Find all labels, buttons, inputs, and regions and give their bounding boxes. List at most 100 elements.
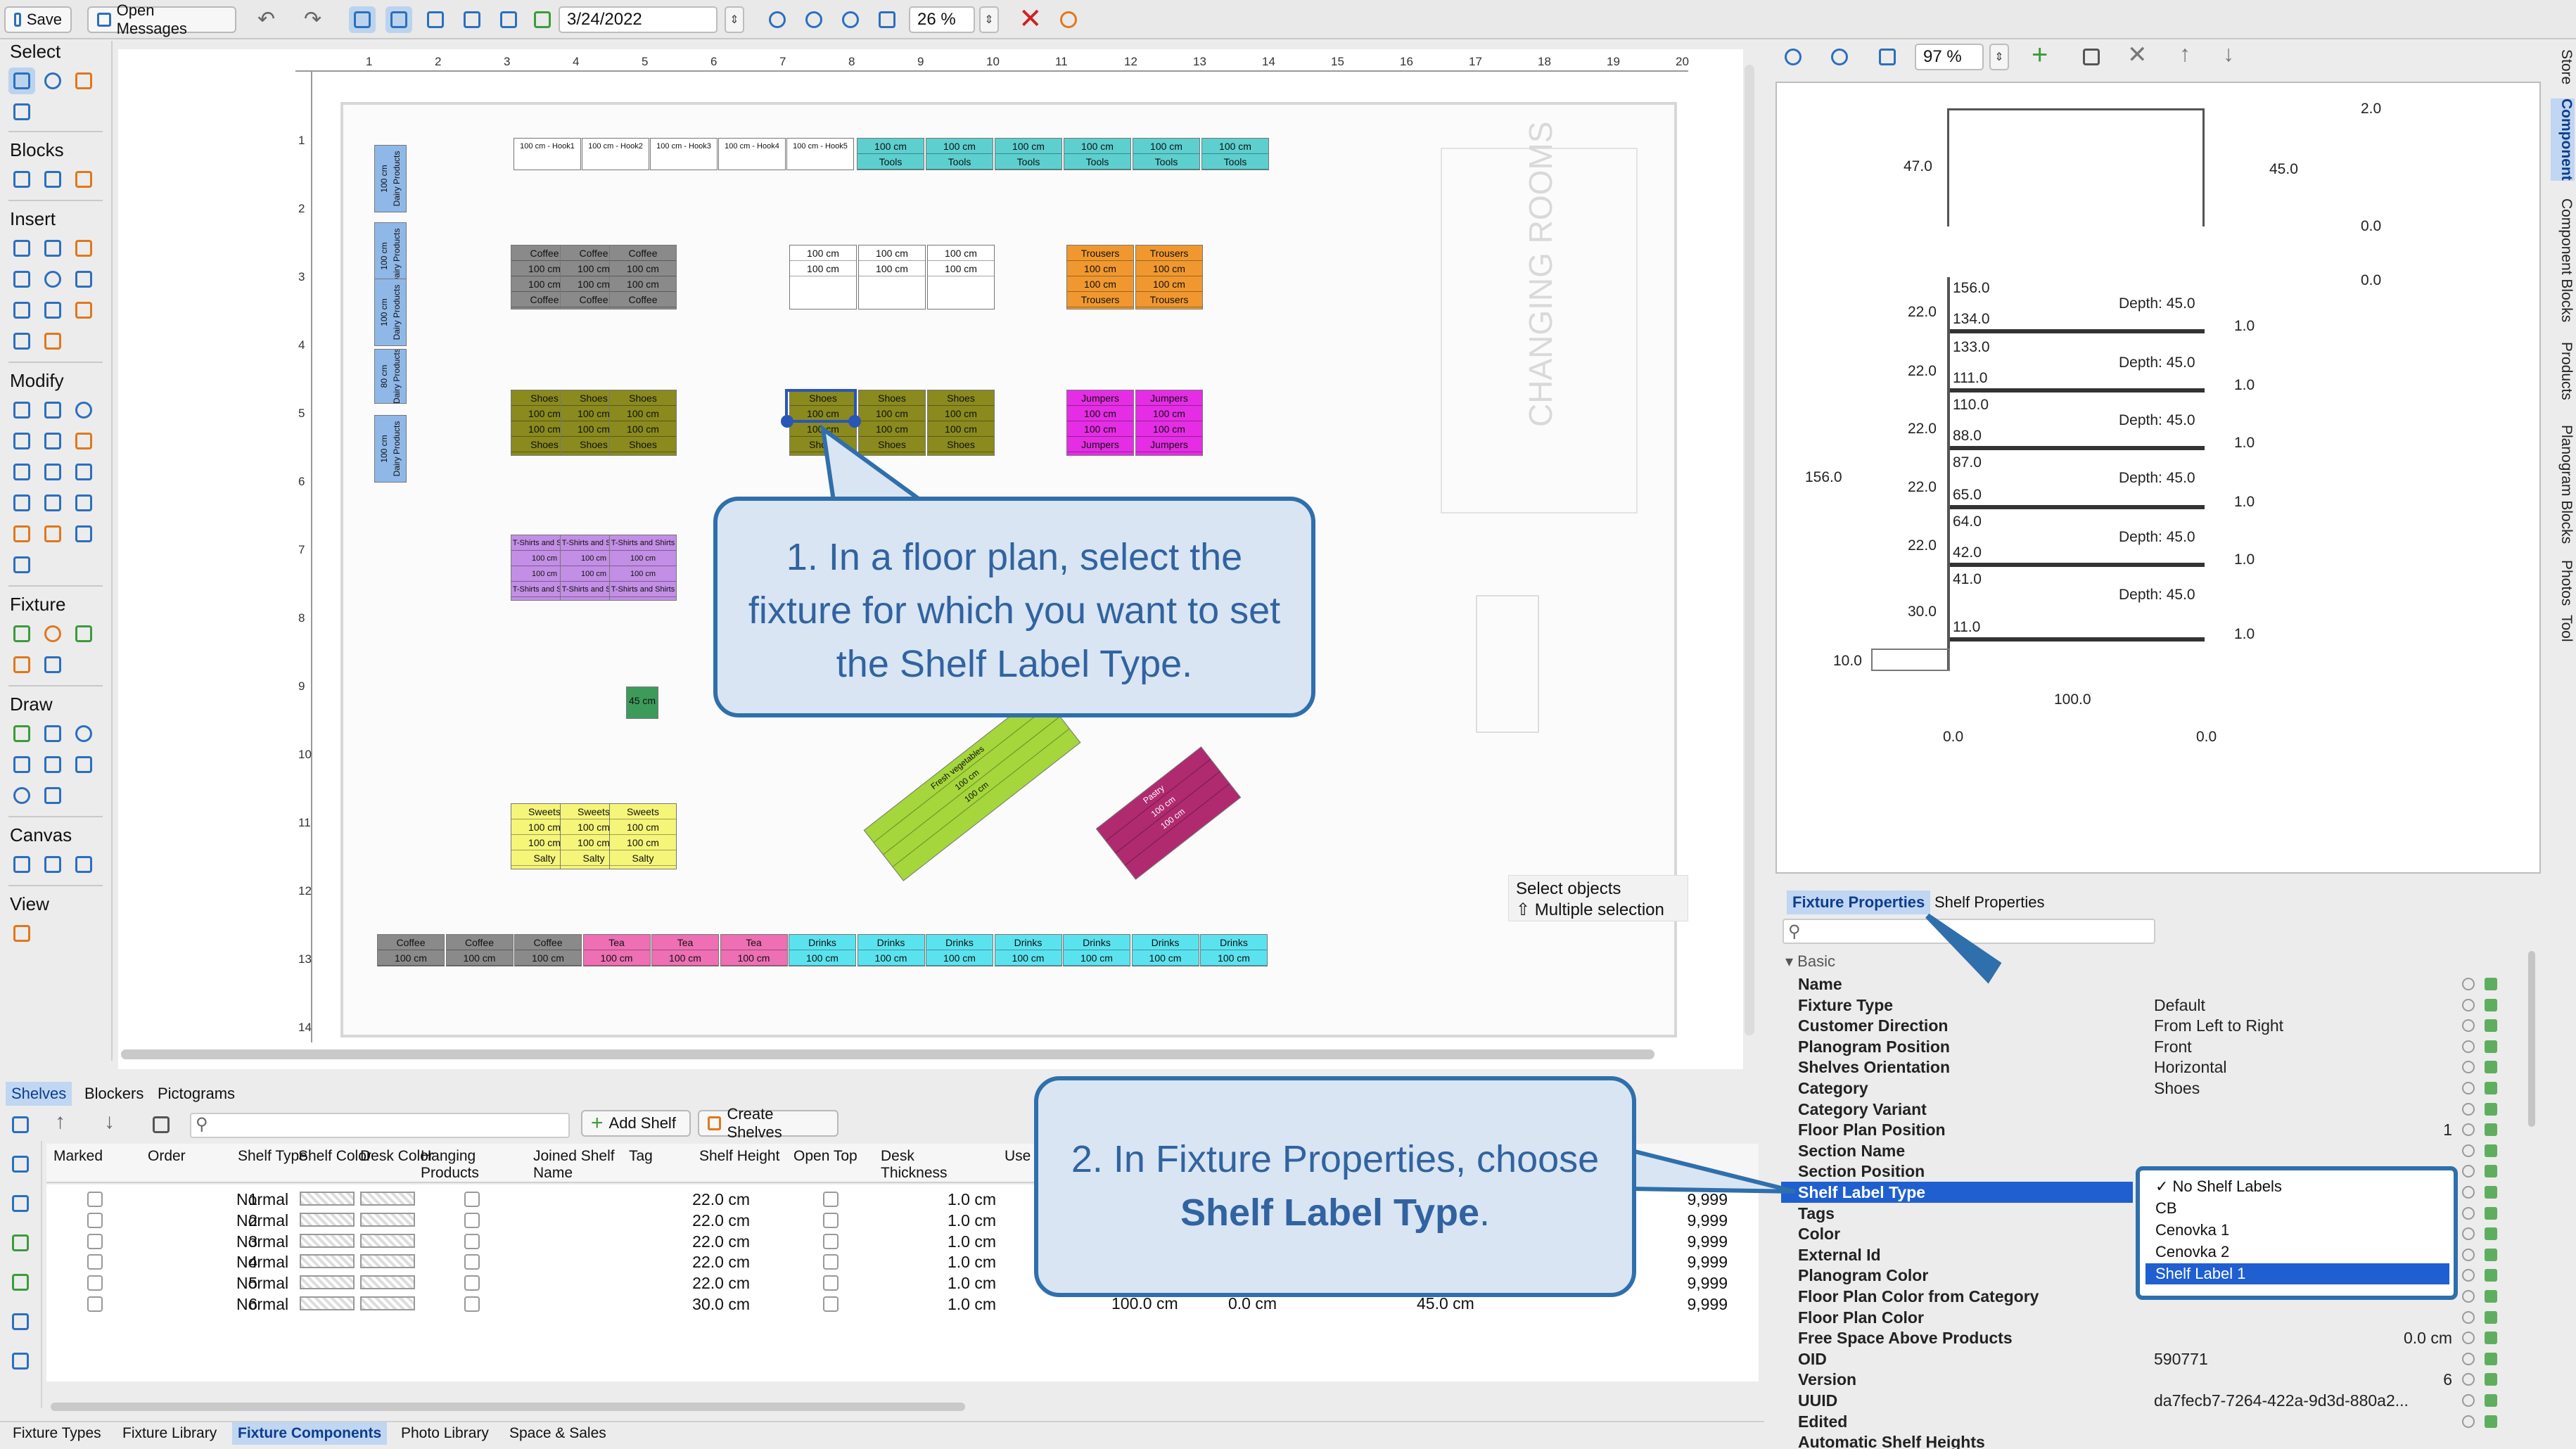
fixture[interactable]: Shoes 100 cm 100 cm Shoes xyxy=(927,390,995,456)
group-icon[interactable] xyxy=(8,490,35,516)
reset-icon[interactable] xyxy=(2462,1040,2475,1053)
reset-icon[interactable] xyxy=(2462,1019,2475,1033)
canvas-layout-icon[interactable] xyxy=(39,851,66,878)
fixture[interactable]: Jumpers 100 cm 100 cm Jumpers xyxy=(1135,390,1203,456)
xo-icon[interactable] xyxy=(7,1269,34,1296)
fixture[interactable]: 100 cm 100 cm xyxy=(858,245,926,309)
draw-circle-icon[interactable] xyxy=(8,782,35,809)
fixture[interactable]: Trousers 100 cm 100 cm Trousers xyxy=(1135,245,1203,309)
dropdown-option[interactable]: Cenovka 2 xyxy=(2145,1241,2449,1263)
reset-icon[interactable] xyxy=(2462,1394,2475,1407)
fixture[interactable]: Drinks 100 cm xyxy=(1200,934,1268,966)
close-icon[interactable]: ✕ xyxy=(1019,3,1042,35)
open-top-checkbox[interactable] xyxy=(823,1275,839,1291)
reset-icon[interactable] xyxy=(2462,1102,2475,1116)
insert-symbol-icon[interactable] xyxy=(39,328,66,355)
open-top-checkbox[interactable] xyxy=(823,1212,839,1228)
block-stack-icon[interactable] xyxy=(39,166,66,193)
side-tab[interactable]: Tool xyxy=(2551,615,2575,642)
fixture[interactable]: 100 cm Tools xyxy=(926,138,993,170)
insert-table-icon[interactable] xyxy=(8,235,35,262)
side-tab[interactable]: Component Blocks xyxy=(2551,198,2575,322)
zoom-reset-icon[interactable] xyxy=(837,6,864,33)
fixture-select-icon[interactable] xyxy=(39,651,66,678)
selection-handle[interactable] xyxy=(781,415,793,428)
canvas-grid-icon[interactable] xyxy=(70,851,97,878)
reset-icon[interactable] xyxy=(2462,1352,2475,1365)
hanging-checkbox[interactable] xyxy=(464,1275,480,1291)
draw-polygon-icon[interactable] xyxy=(39,782,66,809)
fixture[interactable]: Shoes 100 cm 100 cm Shoes xyxy=(609,390,677,456)
open-messages-button[interactable]: Open Messages xyxy=(87,1,236,37)
property-scrollbar[interactable] xyxy=(2528,951,2535,1127)
library-tab[interactable]: Fixture Components xyxy=(232,1422,388,1445)
fixture[interactable]: 100 cm 100 cm xyxy=(789,245,857,309)
column-header[interactable]: Open Top xyxy=(793,1148,878,1165)
add-icon[interactable]: + xyxy=(2032,39,2048,71)
align-center-icon[interactable] xyxy=(39,459,66,485)
fixture[interactable]: 100 cm Dairy Products xyxy=(374,279,407,346)
shelf-line[interactable] xyxy=(1950,563,2205,567)
fixture[interactable]: Coffee 100 cm xyxy=(377,934,445,966)
zoom-field[interactable]: 26 % xyxy=(909,6,975,33)
reset-icon[interactable] xyxy=(2462,1227,2475,1241)
view-colors-icon[interactable] xyxy=(8,920,35,947)
elev-zoom-stepper[interactable]: ⇕ xyxy=(1989,44,2009,70)
tab-fixture-properties[interactable]: Fixture Properties xyxy=(1787,891,1931,914)
property-row[interactable]: Section Name xyxy=(1781,1140,2506,1161)
reset-icon[interactable] xyxy=(2462,1290,2475,1303)
canvas-pages-icon[interactable] xyxy=(8,851,35,878)
property-row[interactable]: Category Variant xyxy=(1781,1099,2506,1120)
fixture[interactable]: 100 cm - Hook4 xyxy=(718,138,786,170)
move-up-icon[interactable]: ↑ xyxy=(2179,41,2191,67)
property-row[interactable]: Free Space Above Products 0.0 cm xyxy=(1781,1327,2506,1348)
reset-icon[interactable] xyxy=(2462,1269,2475,1282)
insert-panel-icon[interactable] xyxy=(70,266,97,293)
side-tool-icon[interactable] xyxy=(7,1190,34,1217)
desk-color-swatch[interactable] xyxy=(360,1192,415,1206)
select-arrow-icon[interactable] xyxy=(8,68,35,94)
property-row[interactable]: Edited xyxy=(1781,1411,2506,1432)
layers-icon[interactable] xyxy=(529,6,556,33)
edit-icon[interactable] xyxy=(2485,1206,2497,1220)
hanging-checkbox[interactable] xyxy=(464,1254,480,1270)
fixture[interactable]: Jumpers 100 cm 100 cm Jumpers xyxy=(1066,390,1134,456)
transform-icon[interactable] xyxy=(8,551,35,578)
mirror-icon[interactable] xyxy=(70,428,97,454)
shelf-color-swatch[interactable] xyxy=(300,1296,355,1310)
desk-color-swatch[interactable] xyxy=(360,1275,415,1290)
distribute-icon[interactable] xyxy=(39,428,66,454)
zoom-in-icon[interactable] xyxy=(764,6,791,33)
hanging-checkbox[interactable] xyxy=(464,1212,480,1228)
redo-icon[interactable]: ↷ xyxy=(304,7,321,32)
column-header[interactable]: Joined Shelf Name xyxy=(533,1148,618,1182)
draw-line-icon[interactable] xyxy=(8,720,35,747)
elev-zoom-out-icon[interactable] xyxy=(1826,44,1853,70)
edit-icon[interactable] xyxy=(2485,1165,2497,1178)
property-row[interactable]: Floor Plan Color xyxy=(1781,1307,2506,1328)
insert-camera-icon[interactable] xyxy=(39,266,66,293)
date-field[interactable]: 3/24/2022 xyxy=(559,6,718,33)
canvas-hscrollbar[interactable] xyxy=(121,1049,1654,1059)
arrange-icon[interactable] xyxy=(8,521,35,547)
edit-icon[interactable] xyxy=(2485,1415,2497,1428)
fixture[interactable]: Drinks 100 cm xyxy=(789,934,856,966)
xo-icon[interactable] xyxy=(7,1230,34,1256)
align-right-icon[interactable] xyxy=(70,459,97,485)
shelf-color-swatch[interactable] xyxy=(300,1212,355,1227)
stack-icon[interactable] xyxy=(70,68,97,94)
insert-text-icon[interactable] xyxy=(8,266,35,293)
fixture[interactable]: 100 cm - Hook2 xyxy=(582,138,649,170)
reset-icon[interactable] xyxy=(2462,1144,2475,1157)
fixture[interactable]: Tea 100 cm xyxy=(720,934,788,966)
edit-icon[interactable] xyxy=(2485,1040,2497,1053)
reset-icon[interactable] xyxy=(2462,1310,2475,1324)
arrange-front-icon[interactable] xyxy=(70,521,97,547)
open-top-checkbox[interactable] xyxy=(823,1254,839,1270)
side-tab[interactable]: Products xyxy=(2551,342,2575,400)
move-down-icon[interactable]: ↓ xyxy=(2223,41,2234,67)
reset-icon[interactable] xyxy=(2462,1186,2475,1199)
fixture[interactable]: Coffee 100 cm xyxy=(445,934,514,966)
fixture[interactable]: Shoes 100 cm 100 cm Shoes xyxy=(858,390,926,456)
edit-icon[interactable] xyxy=(2485,1352,2497,1365)
